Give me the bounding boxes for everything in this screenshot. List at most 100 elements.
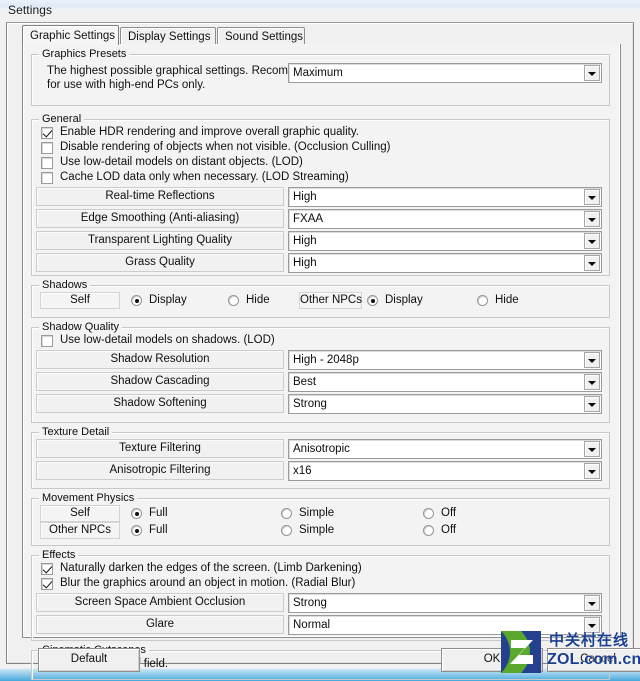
dropdown-grass-quality[interactable]: High [288, 253, 602, 273]
label-shadow-resolution[interactable]: Shadow Resolution [36, 350, 284, 369]
chevron-down-icon[interactable] [584, 255, 600, 271]
checkbox-icon[interactable] [41, 171, 53, 184]
chevron-down-icon[interactable] [584, 441, 600, 457]
radio-icon[interactable] [281, 508, 292, 519]
dropdown-value: FXAA [293, 213, 324, 225]
dropdown-value: High [293, 257, 317, 269]
label-transparent-lighting-quality[interactable]: Transparent Lighting Quality [36, 231, 284, 250]
chevron-down-icon[interactable] [584, 374, 600, 390]
dropdown-edge-smoothing[interactable]: FXAA [288, 209, 602, 229]
checkbox-lod-streaming[interactable]: Cache LOD data only when necessary. (LOD… [41, 170, 349, 185]
checkbox-radial-blur[interactable]: Blur the graphics around an object in mo… [41, 576, 355, 591]
dropdown-ssao[interactable]: Strong [288, 593, 602, 613]
checkbox-lod-distant-objects[interactable]: Use low-detail models on distant objects… [41, 155, 303, 170]
tab-sound-settings[interactable]: Sound Settings [217, 27, 305, 44]
label-shadow-softening[interactable]: Shadow Softening [36, 394, 284, 413]
chevron-down-icon[interactable] [584, 617, 600, 633]
dropdown-shadow-resolution[interactable]: High - 2048p [288, 350, 602, 370]
radio-physics-npc-off[interactable]: Off [423, 523, 456, 538]
radio-label: Off [441, 524, 457, 536]
label-edge-smoothing[interactable]: Edge Smoothing (Anti-aliasing) [36, 209, 284, 228]
label-physics-self: Self [40, 505, 120, 522]
radio-physics-npc-simple[interactable]: Simple [281, 523, 334, 538]
radio-icon[interactable] [477, 295, 488, 306]
tab-graphic-settings[interactable]: Graphic Settings [22, 25, 119, 45]
checkbox-label: Enable HDR rendering and improve overall… [60, 126, 359, 138]
label-real-time-reflections[interactable]: Real-time Reflections [36, 187, 284, 206]
dropdown-glare[interactable]: Normal [288, 615, 602, 635]
dropdown-texture-filtering[interactable]: Anisotropic [288, 439, 602, 459]
radio-icon[interactable] [281, 525, 292, 536]
dropdown-value: x16 [293, 465, 312, 477]
label-ssao[interactable]: Screen Space Ambient Occlusion [36, 593, 284, 612]
dropdown-shadow-softening[interactable]: Strong [288, 394, 602, 414]
chevron-down-icon[interactable] [584, 211, 600, 227]
checkbox-label: Cache LOD data only when necessary. (LOD… [60, 171, 349, 183]
radio-shadows-npc-hide[interactable]: Hide [477, 293, 519, 308]
chevron-down-icon[interactable] [584, 65, 600, 81]
settings-window: Settings Graphic Settings Display Settin… [0, 0, 640, 680]
checkbox-enable-hdr[interactable]: Enable HDR rendering and improve overall… [41, 125, 359, 140]
radio-shadows-self-display[interactable]: Display [131, 293, 187, 308]
dropdown-value: Best [293, 376, 317, 388]
label-anisotropic-filtering[interactable]: Anisotropic Filtering [36, 461, 284, 480]
radio-label: Off [441, 507, 457, 519]
label-grass-quality[interactable]: Grass Quality [36, 253, 284, 272]
dropdown-transparent-lighting-quality[interactable]: High [288, 231, 602, 251]
checkbox-icon[interactable] [41, 141, 53, 154]
radio-icon[interactable] [423, 508, 434, 519]
radio-icon[interactable] [131, 525, 142, 536]
dropdown-real-time-reflections[interactable]: High [288, 187, 602, 207]
chevron-down-icon[interactable] [584, 233, 600, 249]
dropdown-value: High [293, 191, 317, 203]
checkbox-label: Use low-detail models on shadows. (LOD) [60, 334, 275, 346]
checkbox-occlusion-culling[interactable]: Disable rendering of objects when not vi… [41, 140, 390, 155]
radio-shadows-npc-display[interactable]: Display [367, 293, 423, 308]
graphic-settings-panel: Graphics Presets The highest possible gr… [22, 44, 621, 680]
radio-icon[interactable] [228, 295, 239, 306]
group-shadows-title: Shadows [39, 279, 91, 291]
cancel-button[interactable]: Cancel [547, 648, 640, 672]
radio-physics-self-off[interactable]: Off [423, 506, 456, 521]
radio-icon[interactable] [131, 508, 142, 519]
radio-physics-self-full[interactable]: Full [131, 506, 168, 521]
checkbox-icon[interactable] [41, 334, 53, 347]
radio-label: Hide [246, 294, 270, 306]
dropdown-anisotropic-filtering[interactable]: x16 [288, 461, 602, 481]
chevron-down-icon[interactable] [584, 595, 600, 611]
radio-label: Full [149, 524, 168, 536]
chevron-down-icon[interactable] [584, 189, 600, 205]
radio-physics-npc-full[interactable]: Full [131, 523, 168, 538]
tab-display-settings[interactable]: Display Settings [120, 27, 216, 44]
graphics-preset-dropdown[interactable]: Maximum [288, 63, 602, 83]
group-movement-physics-title: Movement Physics [39, 492, 138, 504]
radio-label: Display [149, 294, 187, 306]
radio-icon[interactable] [367, 295, 378, 306]
checkbox-limb-darkening[interactable]: Naturally darken the edges of the screen… [41, 561, 362, 576]
checkbox-label: Blur the graphics around an object in mo… [60, 577, 356, 589]
default-button[interactable]: Default [38, 648, 140, 672]
radio-shadows-self-hide[interactable]: Hide [228, 293, 270, 308]
label-shadow-cascading[interactable]: Shadow Cascading [36, 372, 284, 391]
checkbox-icon[interactable] [41, 126, 53, 139]
radio-icon[interactable] [131, 295, 142, 306]
tab-strip: Graphic Settings Display Settings Sound … [22, 25, 621, 45]
window-title-bar: Settings [0, 0, 640, 22]
radio-physics-self-simple[interactable]: Simple [281, 506, 334, 521]
checkbox-icon[interactable] [41, 577, 53, 590]
dropdown-value: Strong [293, 398, 327, 410]
chevron-down-icon[interactable] [584, 396, 600, 412]
chevron-down-icon[interactable] [584, 352, 600, 368]
checkbox-icon[interactable] [41, 156, 53, 169]
window-title: Settings [8, 3, 53, 17]
ok-button[interactable]: OK [441, 648, 543, 672]
label-glare[interactable]: Glare [36, 615, 284, 634]
checkbox-icon[interactable] [41, 562, 53, 575]
dropdown-shadow-cascading[interactable]: Best [288, 372, 602, 392]
radio-icon[interactable] [423, 525, 434, 536]
label-texture-filtering[interactable]: Texture Filtering [36, 439, 284, 458]
chevron-down-icon[interactable] [584, 463, 600, 479]
group-texture-detail-title: Texture Detail [39, 426, 113, 438]
radio-label: Display [385, 294, 423, 306]
checkbox-lod-shadows[interactable]: Use low-detail models on shadows. (LOD) [41, 333, 275, 348]
